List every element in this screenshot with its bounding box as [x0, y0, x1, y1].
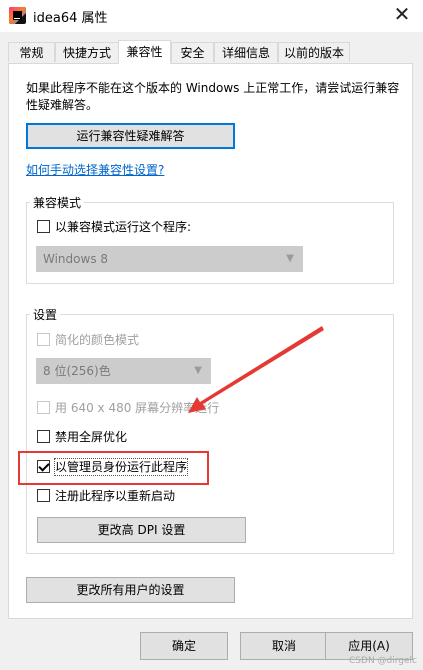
tab-previous-versions[interactable]: 以前的版本 — [278, 42, 350, 62]
disable-fullscreen-label: 禁用全屏优化 — [55, 430, 128, 444]
reduced-color-checkbox — [37, 333, 50, 346]
settings-group-label: 设置 — [30, 306, 61, 323]
disable-fullscreen-checkbox[interactable] — [37, 430, 50, 443]
color-depth-select-value: 8 位(256)色 — [43, 364, 111, 378]
tab-general[interactable]: 常规 — [8, 42, 55, 62]
ok-button[interactable]: 确定 — [140, 632, 228, 660]
register-restart-label: 注册此程序以重新启动 — [55, 489, 176, 503]
reduced-color-label: 简化的颜色模式 — [55, 333, 140, 347]
admin-highlight-box — [18, 451, 209, 485]
resolution-label: 用 640 x 480 屏幕分辨率运行 — [55, 401, 220, 415]
register-restart-checkbox[interactable] — [37, 489, 50, 502]
tab-shortcut[interactable]: 快捷方式 — [55, 42, 119, 62]
tab-security[interactable]: 安全 — [171, 42, 214, 62]
window-title: idea64 属性 — [33, 11, 108, 26]
compat-os-select[interactable]: Windows 8 ▼ — [36, 246, 303, 272]
chevron-down-icon: ▼ — [286, 253, 294, 264]
compat-mode-checkbox-label: 以兼容模式运行这个程序: — [55, 220, 192, 234]
manual-settings-link[interactable]: 如何手动选择兼容性设置? — [26, 161, 164, 178]
close-icon[interactable]: ✕ — [381, 0, 423, 30]
tab-compatibility[interactable]: 兼容性 — [118, 40, 171, 64]
title-bar[interactable]: idea64 属性 ✕ — [0, 0, 423, 32]
compat-os-select-value: Windows 8 — [43, 252, 109, 266]
resolution-checkbox — [37, 401, 50, 414]
compat-mode-group-label: 兼容模式 — [30, 194, 85, 211]
tab-details[interactable]: 详细信息 — [214, 42, 278, 62]
properties-window: idea64 属性 ✕ 常规 快捷方式 兼容性 安全 详细信息 以前的版本 如果… — [0, 0, 423, 670]
intellij-app-icon — [9, 7, 26, 24]
change-dpi-button[interactable]: 更改高 DPI 设置 — [37, 517, 246, 543]
change-all-users-button[interactable]: 更改所有用户的设置 — [26, 577, 235, 603]
chevron-down-icon: ▼ — [194, 365, 202, 376]
watermark: CSDN @dirgelc — [349, 656, 417, 666]
cancel-button[interactable]: 取消 — [240, 632, 328, 660]
color-depth-select: 8 位(256)色 ▼ — [36, 358, 211, 384]
troubleshoot-button[interactable]: 运行兼容性疑难解答 — [26, 123, 235, 149]
compat-intro-text: 如果此程序不能在这个版本的 Windows 上正常工作，请尝试运行兼容性疑难解答… — [26, 81, 400, 112]
compat-mode-checkbox[interactable] — [37, 220, 50, 233]
